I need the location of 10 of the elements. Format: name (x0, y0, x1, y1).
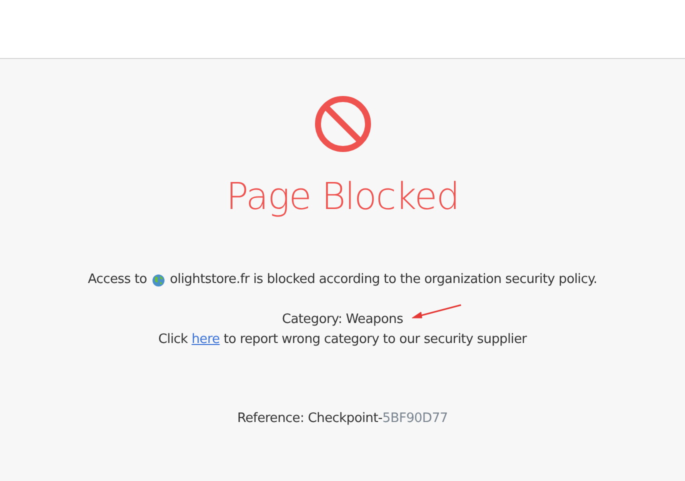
here-link[interactable]: here (192, 332, 220, 347)
blocked-message: olightstore.fr is blocked according to the organization security policy. (170, 271, 598, 289)
arrow-icon (411, 304, 464, 320)
report-text: Click here to report wrong category to our security supplier (158, 331, 527, 349)
blocked-icon (314, 95, 372, 153)
globe-icon (152, 274, 165, 286)
reference-text: Reference: Checkpoint-5BF90D77 (237, 410, 448, 428)
category-text: Category: Weapons (282, 312, 404, 327)
page-title: Page Blocked (226, 175, 459, 219)
access-text: Access to (88, 271, 147, 289)
